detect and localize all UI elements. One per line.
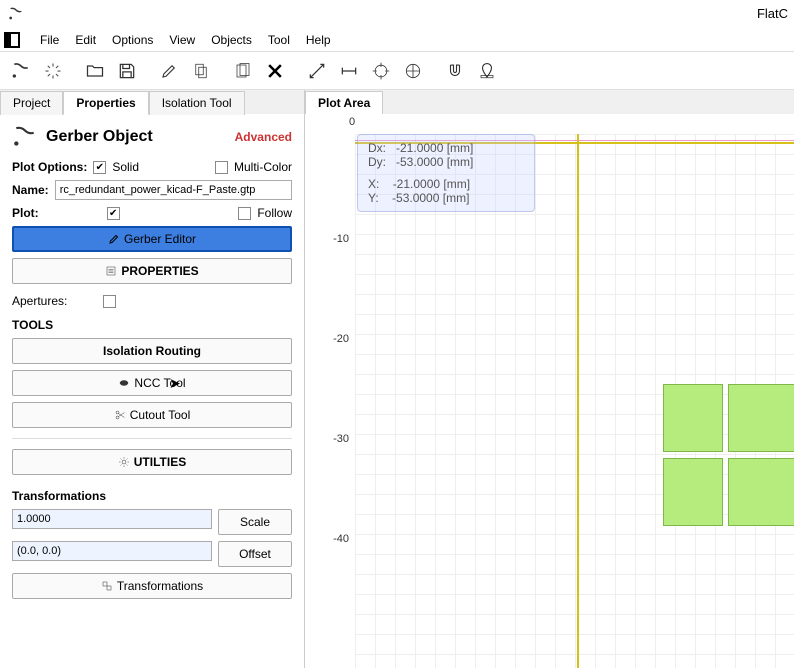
- apertures-label: Apertures:: [12, 294, 67, 308]
- axis-tick-top-0: 0: [349, 116, 355, 128]
- tab-plot-area[interactable]: Plot Area: [305, 91, 383, 115]
- target-icon[interactable]: [366, 56, 396, 86]
- duplicate-icon[interactable]: [228, 56, 258, 86]
- window-title: FlatC: [757, 6, 788, 21]
- save-icon[interactable]: [112, 56, 142, 86]
- cutout-tool-button[interactable]: Cutout Tool: [12, 402, 292, 428]
- properties-button[interactable]: PROPERTIES: [12, 258, 292, 284]
- apertures-checkbox[interactable]: [103, 295, 116, 308]
- open-folder-icon[interactable]: [80, 56, 110, 86]
- menu-file[interactable]: File: [32, 31, 67, 49]
- multicolor-label: Multi-Color: [234, 160, 292, 174]
- tab-isolation-tool[interactable]: Isolation Tool: [149, 91, 245, 115]
- menu-edit[interactable]: Edit: [67, 31, 104, 49]
- transform-icon: [101, 580, 113, 592]
- paste-pad: [663, 458, 723, 526]
- axis-tick-left-30: -30: [333, 433, 349, 445]
- origin-icon[interactable]: [398, 56, 428, 86]
- new-project-icon[interactable]: [6, 56, 36, 86]
- menu-objects[interactable]: Objects: [203, 31, 260, 49]
- paste-pad: [728, 384, 794, 452]
- solid-label: Solid: [112, 160, 139, 174]
- follow-label: Follow: [257, 206, 292, 220]
- axis-tick-left-10: -10: [333, 233, 349, 245]
- panel-toggle-icon[interactable]: [4, 32, 20, 48]
- scale-button[interactable]: Scale: [218, 509, 292, 535]
- location-icon[interactable]: [472, 56, 502, 86]
- measure-icon[interactable]: [334, 56, 364, 86]
- ncc-tool-button[interactable]: NCC Tool: [12, 370, 292, 396]
- copy-icon[interactable]: [186, 56, 216, 86]
- axis-tick-left-20: -20: [333, 333, 349, 345]
- paint-icon: [118, 377, 130, 389]
- tools-section-title: TOOLS: [12, 318, 292, 332]
- app-icon: [8, 6, 24, 22]
- board-outline-left: [577, 134, 579, 668]
- sparkle-icon[interactable]: [38, 56, 68, 86]
- follow-checkbox[interactable]: [238, 207, 251, 220]
- zoom-fit-icon[interactable]: [302, 56, 332, 86]
- plot-options-label: Plot Options:: [12, 160, 87, 174]
- delete-icon[interactable]: [260, 56, 290, 86]
- name-input[interactable]: [55, 180, 292, 200]
- menu-options[interactable]: Options: [104, 31, 161, 49]
- gear-icon: [118, 456, 130, 468]
- tab-properties[interactable]: Properties: [63, 91, 148, 115]
- utilities-button[interactable]: UTILTIES: [12, 449, 292, 475]
- offset-button[interactable]: Offset: [218, 541, 292, 567]
- advanced-toggle[interactable]: Advanced: [235, 130, 292, 144]
- menu-help[interactable]: Help: [298, 31, 339, 49]
- plot-checkbox[interactable]: [107, 207, 120, 220]
- transformations-button[interactable]: Transformations: [12, 573, 292, 599]
- menu-view[interactable]: View: [161, 31, 203, 49]
- isolation-routing-button[interactable]: Isolation Routing: [12, 338, 292, 364]
- scissors-icon: [114, 409, 126, 421]
- gerber-object-icon: [12, 124, 38, 150]
- multicolor-checkbox[interactable]: [215, 161, 228, 174]
- paste-pad: [728, 458, 794, 526]
- offset-input[interactable]: [12, 541, 212, 561]
- name-label: Name:: [12, 183, 49, 197]
- axis-tick-left-40: -40: [333, 533, 349, 545]
- edit-icon[interactable]: [154, 56, 184, 86]
- plot-area[interactable]: 0 -10 -20 -30 -40 Dx: -21.0000 [mm] Dy: …: [305, 114, 794, 668]
- list-icon: [105, 265, 117, 277]
- transformations-title: Transformations: [12, 489, 292, 503]
- coordinate-info-box: Dx: -21.0000 [mm] Dy: -53.0000 [mm] X: -…: [357, 134, 535, 212]
- gerber-editor-button[interactable]: Gerber Editor ➤: [12, 226, 292, 252]
- menu-tool[interactable]: Tool: [260, 31, 298, 49]
- pencil-icon: [108, 233, 120, 245]
- panel-title: Gerber Object: [46, 128, 227, 146]
- magnet-icon[interactable]: [440, 56, 470, 86]
- tab-project[interactable]: Project: [0, 91, 63, 115]
- solid-checkbox[interactable]: [93, 161, 106, 174]
- plot-label: Plot:: [12, 206, 39, 220]
- paste-pad: [663, 384, 723, 452]
- scale-input[interactable]: [12, 509, 212, 529]
